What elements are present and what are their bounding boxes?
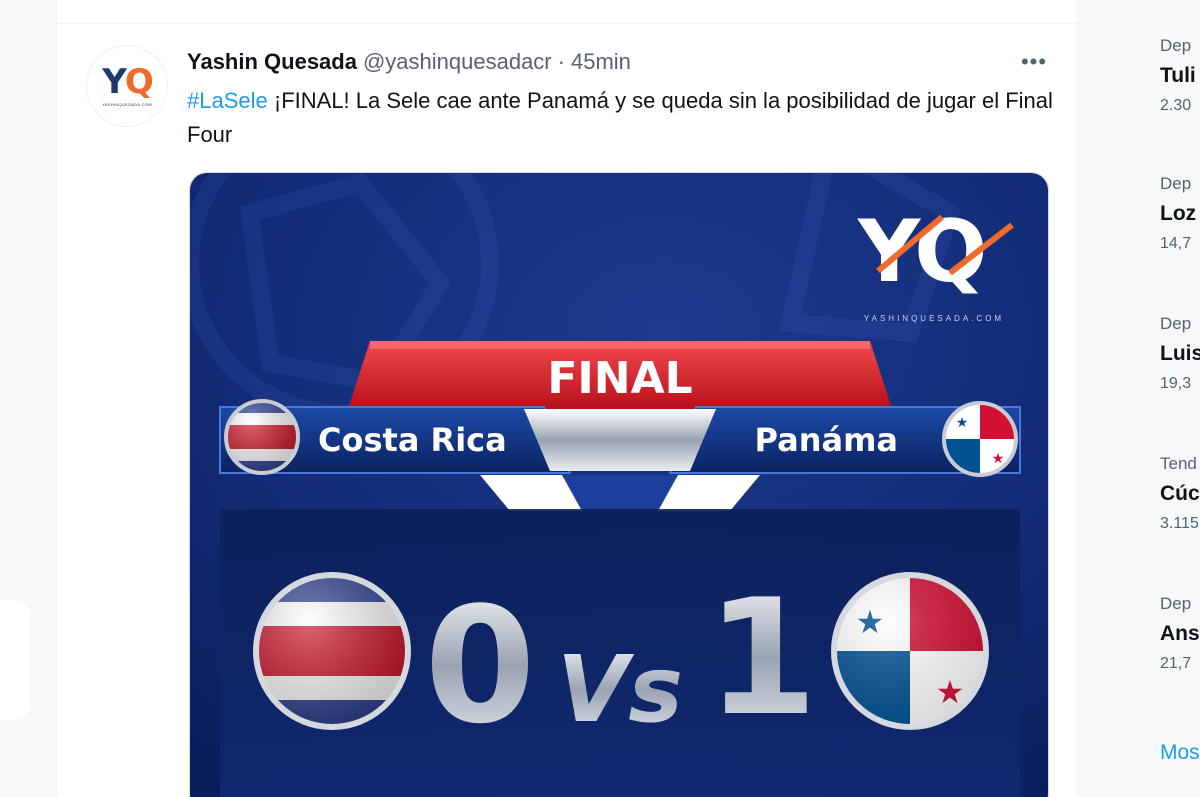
avatar[interactable]: YQ YASHINQUESADA.COM <box>87 46 167 126</box>
tweet-media-image[interactable]: YQ YASHINQUESADA.COM FINAL Costa Rica Pa… <box>189 172 1049 797</box>
svg-text:★: ★ <box>956 414 969 430</box>
away-score: 1 <box>706 564 817 751</box>
trend-post-count: 2.30 <box>1160 97 1192 114</box>
trend-post-count: 21,7 <box>1160 655 1192 672</box>
final-banner: FINAL <box>348 341 892 409</box>
user-handle[interactable]: @yashinquesadacr <box>363 49 552 75</box>
trend-item[interactable]: Dep Luis 19,3 <box>1160 314 1200 393</box>
show-more-link[interactable]: Mos <box>1160 741 1200 765</box>
avatar-logo-site: YASHINQUESADA.COM <box>102 102 152 107</box>
tweet[interactable]: YQ YASHINQUESADA.COM Yashin Quesada @yas… <box>57 24 1077 797</box>
svg-text:★: ★ <box>992 450 1005 466</box>
separator-dot: · <box>557 49 565 74</box>
trend-item[interactable]: Tend Cúc 3.115 <box>1160 454 1200 533</box>
team-bar-center-plate <box>524 409 716 471</box>
trend-post-count: 19,3 <box>1160 375 1192 392</box>
more-horizontal-icon[interactable]: ••• <box>1017 49 1051 74</box>
tweet-body: ¡FINAL! La Sele cae ante Panamá y se que… <box>187 88 1053 147</box>
trends-sidebar: Dep Tuli 2.30 Dep Loz 14,7 Dep Luis 19,3… <box>1130 0 1200 790</box>
home-team-label: Costa Rica <box>318 421 507 459</box>
scoreboard-graphic: YQ YASHINQUESADA.COM FINAL Costa Rica Pa… <box>190 173 1048 797</box>
trend-category: Dep <box>1160 174 1192 193</box>
panama-flag-small: ★ ★ <box>942 401 1018 477</box>
versus-label: Vs <box>557 636 683 743</box>
hashtag-link[interactable]: #LaSele <box>187 88 268 113</box>
trend-name: Ans <box>1160 622 1200 645</box>
final-banner-text: FINAL <box>547 353 692 404</box>
trend-post-count: 14,7 <box>1160 235 1192 252</box>
trend-post-count: 3.115 <box>1160 515 1199 532</box>
trend-item[interactable]: Dep Tuli 2.30 <box>1160 36 1196 115</box>
trend-category: Tend <box>1160 454 1197 473</box>
trend-category: Dep <box>1160 36 1192 55</box>
previous-tweet-bottom <box>57 0 1077 24</box>
logo-site-text: YASHINQUESADA.COM <box>864 314 1004 323</box>
costa-rica-flag <box>253 572 411 730</box>
tweet-text: #LaSele ¡FINAL! La Sele cae ante Panamá … <box>187 84 1057 152</box>
final-banner-highlight <box>370 341 870 349</box>
trend-name: Cúc <box>1160 482 1200 505</box>
panama-flag: ★ ★ <box>831 572 989 730</box>
trend-item[interactable]: Dep Loz 14,7 <box>1160 174 1196 253</box>
trend-category: Dep <box>1160 314 1192 333</box>
team-bar-lower-accent <box>562 475 678 511</box>
trend-name: Luis <box>1160 342 1200 365</box>
trend-name: Tuli <box>1160 64 1196 87</box>
trend-item[interactable]: Dep Ans 21,7 <box>1160 594 1200 673</box>
yq-logo-mark: YQ <box>857 202 983 302</box>
trend-name: Loz <box>1160 202 1197 225</box>
costa-rica-flag-small <box>224 399 300 475</box>
tweet-header: Yashin Quesada @yashinquesadacr · 45min <box>187 48 631 76</box>
tweet-time[interactable]: 45min <box>571 49 631 75</box>
trend-category: Dep <box>1160 594 1192 613</box>
user-display-name[interactable]: Yashin Quesada <box>187 49 357 75</box>
home-score: 0 <box>424 572 535 759</box>
away-team-label: Panáma <box>755 421 899 459</box>
background-card <box>0 600 30 720</box>
avatar-logo: YQ <box>102 62 154 102</box>
timeline-column: YQ YASHINQUESADA.COM Yashin Quesada @yas… <box>56 0 1078 797</box>
